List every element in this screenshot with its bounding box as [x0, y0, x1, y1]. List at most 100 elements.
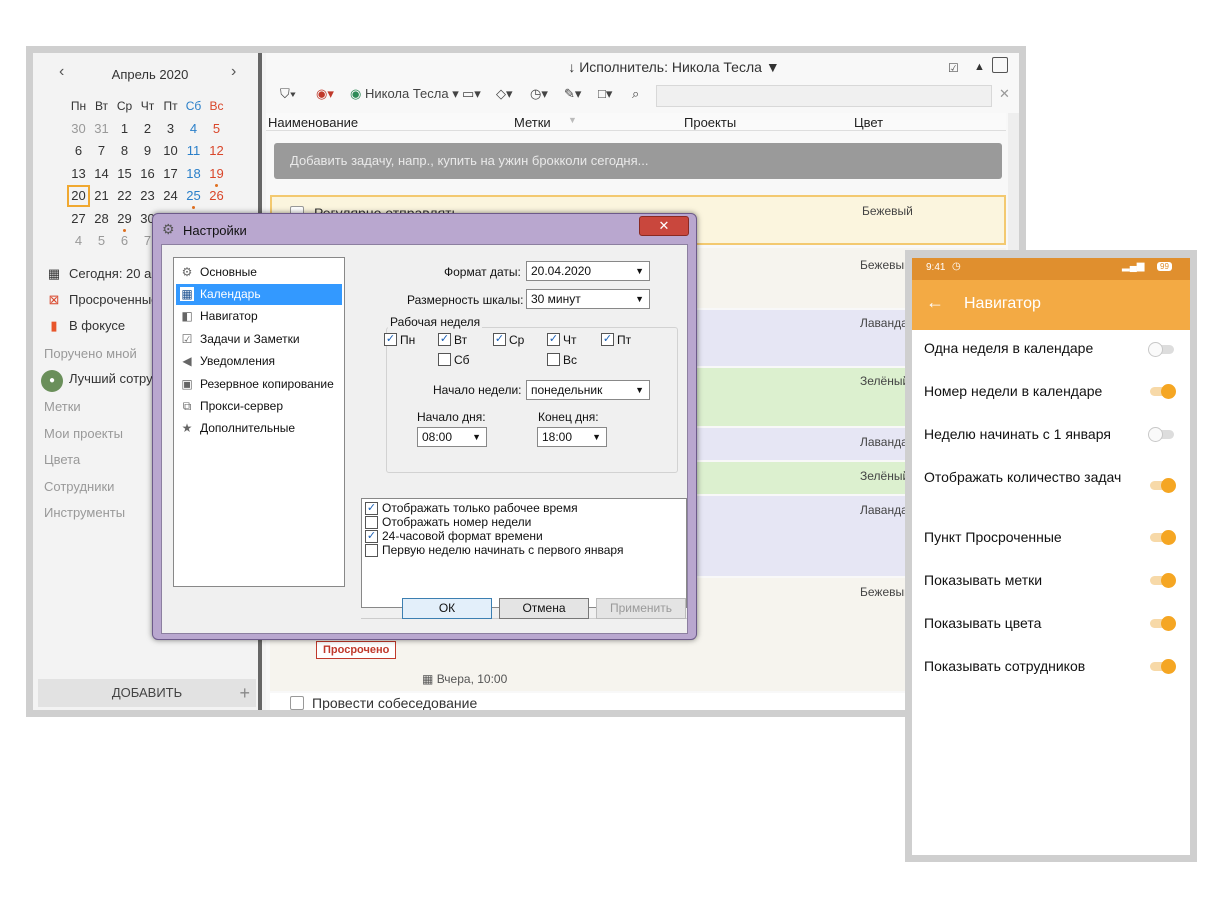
nav-assigned-by-me[interactable]: Поручено мной [44, 346, 137, 361]
checkbox-tue[interactable]: ✓ [438, 333, 451, 346]
day-end-select[interactable]: 18:00 ▼ [537, 427, 607, 447]
checkbox-sat[interactable] [438, 353, 451, 366]
checkbox-mon[interactable]: ✓ [384, 333, 397, 346]
user-circle-icon[interactable]: ◉▾ [316, 86, 334, 102]
checkbox-thu[interactable]: ✓ [547, 333, 560, 346]
folder-icon[interactable]: ▭▾ [462, 86, 481, 102]
category-backup[interactable]: ▣ Резервное копирование [176, 374, 342, 395]
calendar-day[interactable]: 5 [90, 230, 113, 252]
calendar-day[interactable]: 30 [67, 118, 90, 140]
square-icon[interactable]: □▾ [598, 86, 612, 102]
category-proxy[interactable]: ⧉ Прокси-сервер [176, 396, 342, 417]
toggle-week-number[interactable] [1148, 384, 1178, 399]
search-input[interactable] [656, 85, 992, 107]
calendar-day[interactable]: 12 [205, 140, 228, 162]
calendar-day[interactable]: 11 [182, 140, 205, 162]
column-color[interactable]: Цвет [854, 115, 883, 130]
clock-icon[interactable]: ◷▾ [530, 86, 548, 102]
checkbox-wed[interactable]: ✓ [493, 333, 506, 346]
calendar-day[interactable]: 3 [159, 118, 182, 140]
calendar-day[interactable]: 22 [113, 185, 136, 207]
calendar-day[interactable]: 14 [90, 163, 113, 185]
checklist-icon[interactable]: ☑ [948, 61, 959, 75]
brush-icon[interactable]: ✎▾ [564, 86, 581, 102]
toggle-show-employees[interactable] [1148, 659, 1178, 674]
calendar-day[interactable]: 5 [205, 118, 228, 140]
nav-today[interactable]: ▦ Сегодня: 20 а [45, 263, 152, 285]
category-general[interactable]: ⚙ Основные [176, 262, 342, 283]
calendar-day[interactable]: 2 [136, 118, 159, 140]
ok-button[interactable]: ОК [402, 598, 492, 619]
category-advanced[interactable]: ★ Дополнительные [176, 418, 342, 439]
calendar-day[interactable]: 31 [90, 118, 113, 140]
date-format-select[interactable]: 20.04.2020 ▼ [526, 261, 650, 281]
calendar-day[interactable]: 15 [113, 163, 136, 185]
calendar-day[interactable]: 13 [67, 163, 90, 185]
toggle-show-colors[interactable] [1148, 616, 1178, 631]
calendar-day[interactable]: 9 [136, 140, 159, 162]
calendar-day[interactable]: 28 [90, 208, 113, 230]
category-tasks-notes[interactable]: ☑ Задачи и Заметки [176, 329, 342, 350]
calendar-day[interactable]: 29 [113, 208, 136, 232]
calendar-day[interactable]: 4 [67, 230, 90, 252]
filter-icon[interactable]: ⛉▾ [280, 86, 296, 102]
add-task-input[interactable]: Добавить задачу, напр., купить на ужин б… [274, 143, 1002, 179]
calendar-day[interactable]: 1 [113, 118, 136, 140]
checkbox-sun[interactable] [547, 353, 560, 366]
prev-month-icon[interactable]: ‹ [59, 63, 64, 81]
nav-projects[interactable]: Мои проекты [44, 426, 123, 441]
calendar-day[interactable]: 25 [182, 185, 205, 209]
search-icon[interactable]: ⌕ [632, 86, 639, 102]
calendar-day[interactable]: 24 [159, 185, 182, 207]
option-checkbox[interactable] [365, 516, 378, 529]
toggle-one-week[interactable] [1148, 342, 1178, 357]
toggle-start-jan1[interactable] [1148, 427, 1178, 442]
nav-colors[interactable]: Цвета [44, 452, 80, 467]
calendar-day[interactable]: 6 [67, 140, 90, 162]
calendar-day[interactable]: 21 [90, 185, 113, 207]
option-checkbox[interactable] [365, 544, 378, 557]
nav-tools[interactable]: Инструменты [44, 505, 125, 520]
nav-employees[interactable]: Сотрудники [44, 479, 114, 494]
tag-icon[interactable]: ◇▾ [496, 86, 513, 102]
scale-select[interactable]: 30 минут ▼ [526, 289, 650, 309]
collapse-up-icon[interactable]: ▲ [974, 61, 985, 73]
calendar-day[interactable]: 20 [67, 185, 90, 207]
calendar-day[interactable]: 7 [90, 140, 113, 162]
nav-best-employee[interactable]: ● Лучший сотру [41, 368, 153, 392]
nav-labels[interactable]: Метки [44, 399, 81, 414]
clear-search-icon[interactable]: ✕ [999, 86, 1010, 102]
category-navigator[interactable]: ◧ Навигатор [176, 306, 342, 327]
calendar-day[interactable]: 10 [159, 140, 182, 162]
calendar-day[interactable]: 19 [205, 163, 228, 187]
day-start-select[interactable]: 08:00 ▼ [417, 427, 487, 447]
calendar-day[interactable]: 23 [136, 185, 159, 207]
calendar-day[interactable]: 16 [136, 163, 159, 185]
toggle-show-labels[interactable] [1148, 573, 1178, 588]
week-start-select[interactable]: понедельник ▼ [526, 380, 650, 400]
category-notifications[interactable]: ◀ Уведомления [176, 351, 342, 372]
option-checkbox[interactable]: ✓ [365, 502, 378, 515]
column-labels[interactable]: Метки [514, 115, 551, 130]
nav-overdue[interactable]: ⊠ Просроченные [45, 289, 159, 311]
checkbox-fri[interactable]: ✓ [601, 333, 614, 346]
assignee-toolbar-button[interactable]: ◉ Никола Тесла ▾ [350, 86, 459, 102]
close-button[interactable]: ✕ [639, 216, 689, 236]
nav-focus[interactable]: ▮ В фокусе [45, 315, 125, 337]
calendar-day[interactable]: 18 [182, 163, 205, 185]
assignee-filter[interactable]: ↓ Исполнитель: Никола Тесла ▼ [544, 59, 804, 75]
task-checkbox[interactable] [290, 696, 304, 710]
column-name[interactable]: Наименование [268, 115, 358, 130]
category-calendar[interactable]: ▦ Календарь [176, 284, 342, 305]
column-projects[interactable]: Проекты [684, 115, 736, 130]
option-checkbox[interactable]: ✓ [365, 530, 378, 543]
toggle-task-count[interactable] [1148, 478, 1178, 493]
calendar-day[interactable]: 8 [113, 140, 136, 162]
add-button[interactable]: ДОБАВИТЬ + [38, 679, 256, 707]
calendar-day[interactable]: 6 [113, 230, 136, 252]
task-row[interactable]: Провести собеседование [270, 693, 1006, 710]
back-arrow-icon[interactable]: ← [926, 292, 944, 313]
cancel-button[interactable]: Отмена [499, 598, 589, 619]
toggle-overdue-item[interactable] [1148, 530, 1178, 545]
calendar-day[interactable]: 4 [182, 118, 205, 140]
